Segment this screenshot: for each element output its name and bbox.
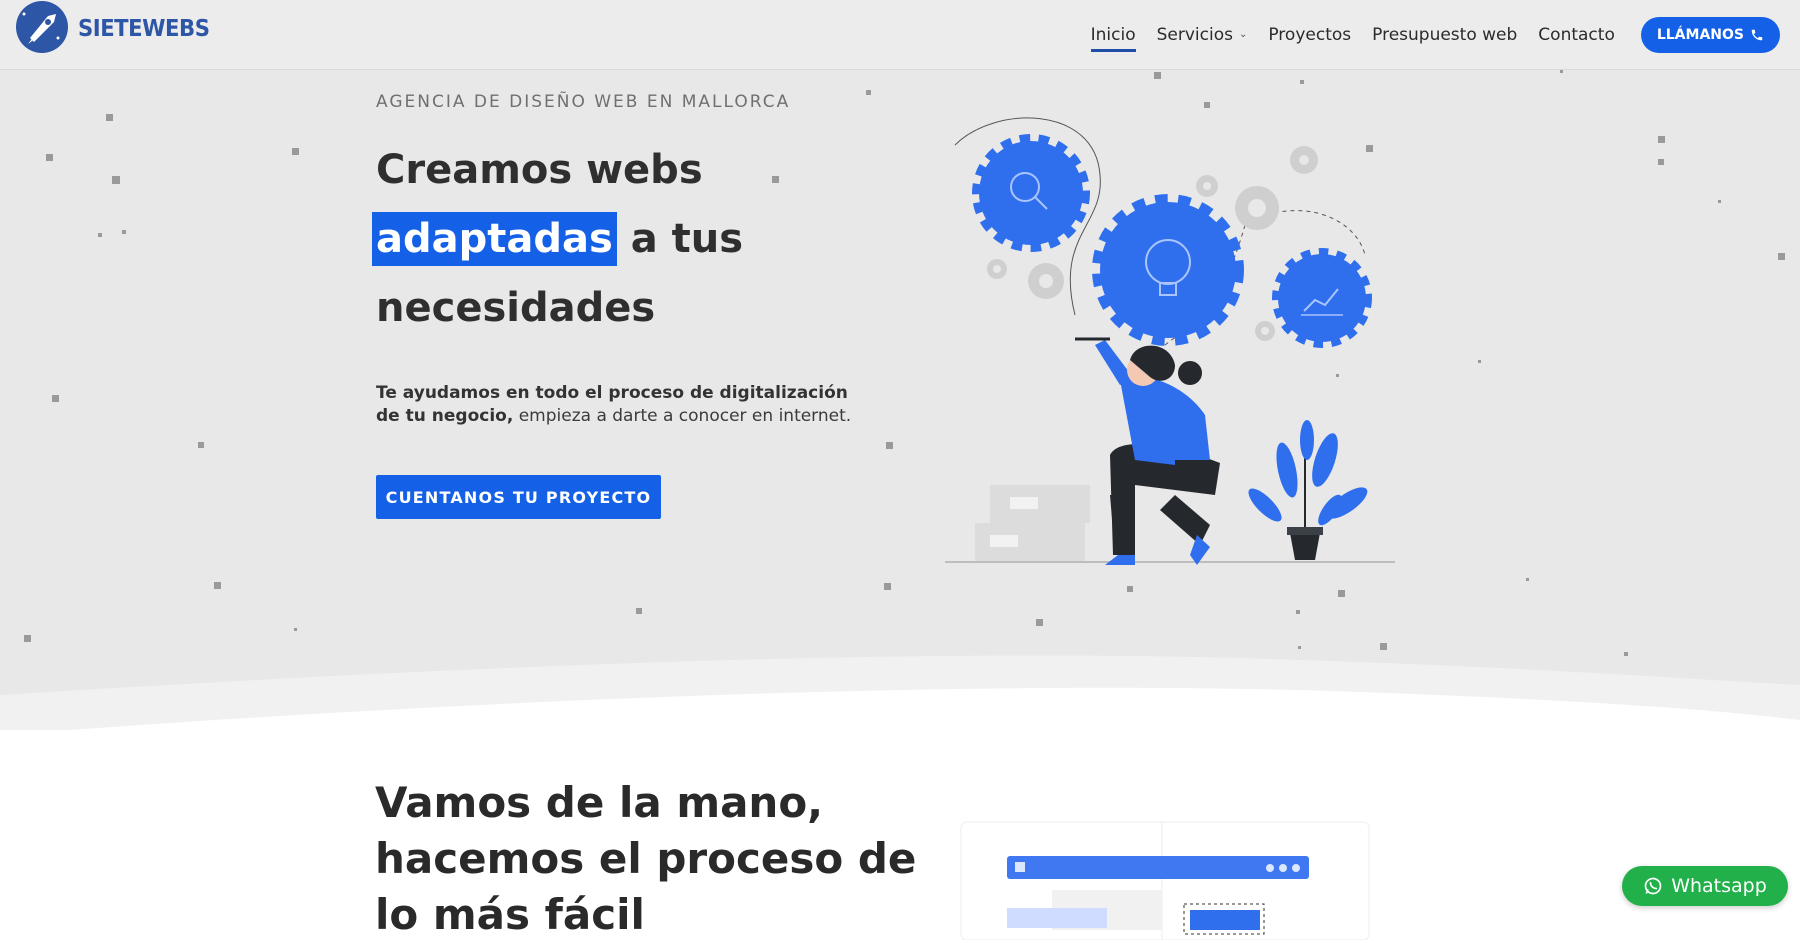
headline-line-2-rest: a tus [616, 216, 744, 262]
hero-wave-divider [0, 655, 1800, 730]
site-header: SIETEWEBS Inicio Servicios ⌄ Proyectos Pr… [0, 0, 1800, 70]
whatsapp-button[interactable]: Whatsapp [1622, 866, 1788, 906]
chart-icon [1272, 248, 1372, 348]
rocket-logo-icon [16, 1, 68, 53]
hero-headline: Creamos webs adaptadas a tus necesidades [372, 136, 896, 343]
person-illustration [1075, 337, 1220, 565]
whatsapp-icon [1644, 877, 1662, 895]
brand-name: SIETEWEBS [78, 16, 210, 42]
headline-highlight: adaptadas [372, 212, 617, 266]
hero-eyebrow: AGENCIA DE DISEÑO WEB EN MALLORCA [376, 92, 791, 112]
headline-line-3: necesidades [376, 285, 656, 331]
nav-label: Inicio [1090, 25, 1136, 45]
phone-icon [1751, 29, 1763, 41]
site-logo[interactable]: SIETEWEBS [12, 0, 221, 58]
nav-item-presupuesto[interactable]: Presupuesto web [1372, 16, 1517, 54]
nav-label: Servicios [1156, 25, 1233, 45]
nav-item-servicios[interactable]: Servicios ⌄ [1157, 16, 1248, 54]
nav-item-inicio[interactable]: Inicio [1090, 16, 1136, 54]
hero-section: AGENCIA DE DISEÑO WEB EN MALLORCA Creamo… [0, 70, 1800, 730]
magnifier-icon [972, 134, 1090, 252]
main-nav: Inicio Servicios ⌄ Proyectos Presupuesto … [1070, 16, 1780, 54]
nav-label: Presupuesto web [1372, 25, 1518, 45]
call-button[interactable]: LLÁMANOS [1640, 17, 1780, 53]
plant-icon [1248, 420, 1368, 560]
hero-illustration [945, 117, 1395, 565]
process-mockup-illustration [960, 821, 1370, 940]
headline-line-1: Creamos webs [376, 147, 703, 193]
hero-subtitle-rest: empieza a darte a conocer en internet. [513, 406, 852, 426]
whatsapp-label: Whatsapp [1671, 875, 1767, 897]
headline-line-2: adaptadas a tus [372, 205, 896, 274]
nav-label: Contacto [1538, 25, 1615, 45]
nav-item-proyectos[interactable]: Proyectos [1268, 16, 1351, 54]
section-title: Vamos de la mano, hacemos el proceso de … [375, 778, 917, 939]
nav-label: Proyectos [1268, 25, 1352, 45]
call-button-label: LLÁMANOS [1656, 27, 1744, 43]
hero-subtitle: Te ayudamos en todo el proceso de digita… [376, 382, 876, 428]
nav-item-contacto[interactable]: Contacto [1538, 16, 1615, 54]
chevron-down-icon: ⌄ [1238, 29, 1248, 40]
lightbulb-icon [1092, 194, 1244, 346]
cta-button[interactable]: CUENTANOS TU PROYECTO [376, 475, 661, 519]
